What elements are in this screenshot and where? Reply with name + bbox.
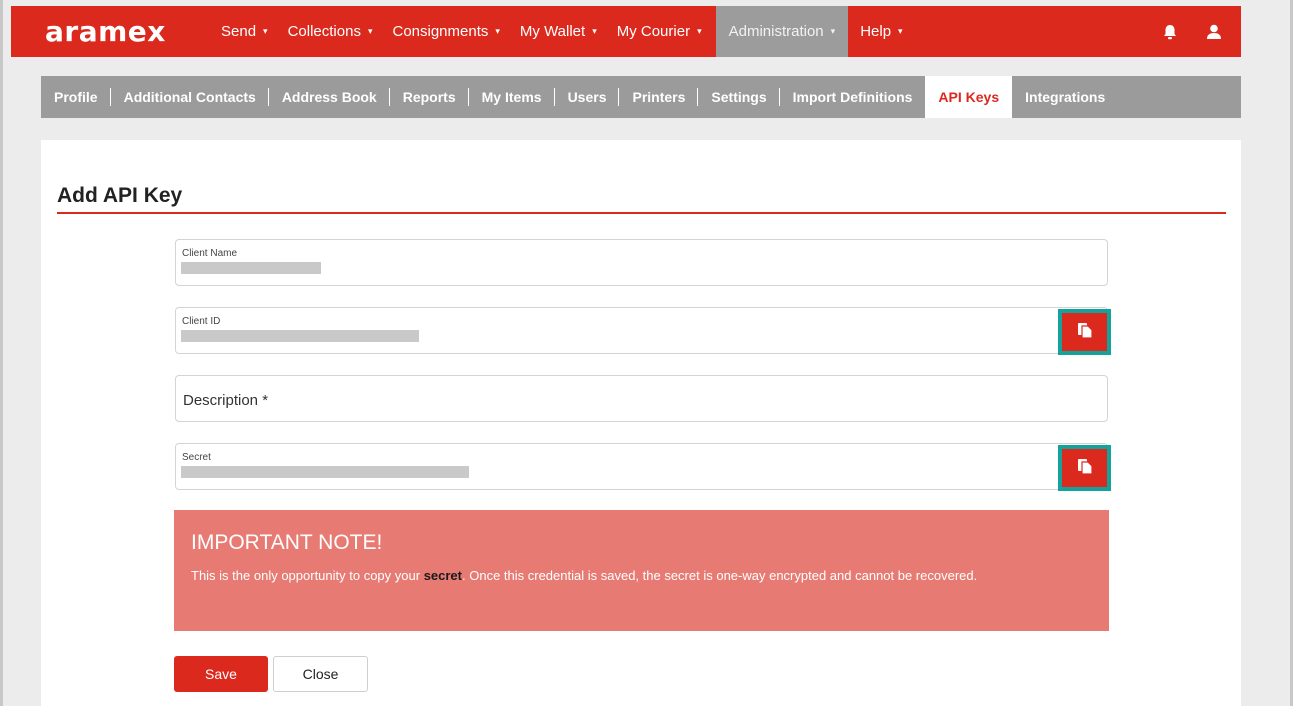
tab-my-items[interactable]: My Items [469, 76, 555, 118]
note-text-after: . Once this credential is saved, the sec… [462, 568, 978, 583]
close-button[interactable]: Close [273, 656, 368, 692]
client-id-value-redacted [181, 330, 419, 342]
nav-administration[interactable]: Administration ▾ [715, 6, 849, 57]
nav-help-label: Help [860, 23, 892, 40]
important-note-banner: IMPORTANT NOTE! This is the only opportu… [174, 510, 1109, 631]
chevron-down-icon: ▾ [367, 26, 373, 36]
add-api-key-panel: Add API Key Client Name Client ID Descri… [41, 140, 1241, 706]
copy-icon [1075, 320, 1095, 345]
nav-send[interactable]: Send ▾ [211, 6, 278, 57]
tab-profile[interactable]: Profile [41, 76, 111, 118]
nav-my-wallet[interactable]: My Wallet ▾ [510, 6, 607, 57]
tab-printers[interactable]: Printers [619, 76, 699, 118]
copy-secret-button[interactable] [1058, 445, 1111, 491]
user-icon[interactable] [1205, 23, 1223, 41]
note-text-bold: secret [423, 568, 462, 583]
nav-collections[interactable]: Collections ▾ [278, 6, 383, 57]
client-name-label: Client Name [182, 248, 238, 259]
title-divider [57, 212, 1226, 214]
tab-api-keys[interactable]: API Keys [925, 76, 1013, 118]
description-field[interactable]: Description * [175, 375, 1108, 422]
client-name-value-redacted [181, 262, 321, 274]
client-id-label: Client ID [182, 316, 221, 327]
nav-collections-label: Collections [287, 23, 361, 40]
tab-settings[interactable]: Settings [698, 76, 780, 118]
chevron-down-icon: ▾ [263, 26, 268, 36]
bell-icon[interactable] [1161, 23, 1179, 41]
secret-value-redacted [181, 466, 469, 478]
nav-consignments-label: Consignments [392, 23, 489, 40]
nav-my-courier-label: My Courier [616, 23, 691, 40]
admin-sub-nav: Profile Additional Contacts Address Book… [41, 76, 1241, 118]
nav-administration-label: Administration [728, 23, 824, 40]
nav-icon-group [1161, 23, 1241, 41]
description-placeholder: Description * [183, 392, 269, 409]
tab-address-book[interactable]: Address Book [269, 76, 390, 118]
secret-field[interactable]: Secret [175, 443, 1108, 490]
chevron-down-icon: ▾ [898, 26, 903, 36]
chevron-down-icon: ▾ [697, 26, 702, 36]
nav-consignments[interactable]: Consignments ▾ [382, 6, 509, 57]
note-body: This is the only opportunity to copy you… [191, 567, 1091, 585]
app-frame: aramex Send ▾ Collections ▾ Consignments… [0, 0, 1293, 706]
page-title: Add API Key [57, 184, 183, 207]
secret-label: Secret [182, 452, 211, 463]
save-button[interactable]: Save [174, 656, 268, 692]
aramex-logo[interactable]: aramex [11, 6, 211, 57]
client-name-field[interactable]: Client Name [175, 239, 1108, 286]
tab-import-definitions[interactable]: Import Definitions [780, 76, 926, 118]
nav-help[interactable]: Help ▾ [848, 6, 912, 57]
tab-users[interactable]: Users [555, 76, 620, 118]
nav-my-wallet-label: My Wallet [519, 23, 586, 40]
tab-reports[interactable]: Reports [390, 76, 469, 118]
nav-send-label: Send [221, 23, 257, 40]
copy-icon [1075, 456, 1095, 481]
client-id-field[interactable]: Client ID [175, 307, 1108, 354]
top-nav-bar: aramex Send ▾ Collections ▾ Consignments… [11, 6, 1241, 57]
chevron-down-icon: ▾ [592, 26, 597, 36]
tab-integrations[interactable]: Integrations [1012, 76, 1118, 118]
note-title: IMPORTANT NOTE! [191, 531, 383, 554]
note-text-before: This is the only opportunity to copy you… [191, 568, 424, 583]
tab-additional-contacts[interactable]: Additional Contacts [111, 76, 270, 118]
nav-my-courier[interactable]: My Courier ▾ [607, 6, 712, 57]
copy-client-id-button[interactable] [1058, 309, 1111, 355]
chevron-down-icon: ▾ [495, 26, 500, 36]
chevron-down-icon: ▾ [830, 26, 836, 36]
